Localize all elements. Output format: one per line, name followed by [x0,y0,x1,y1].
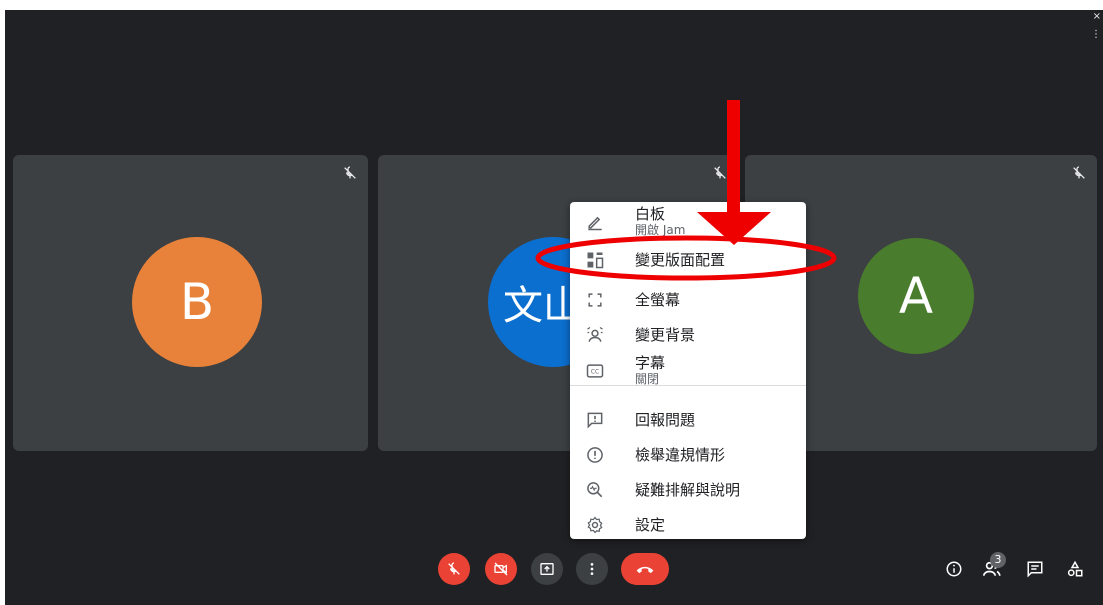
svg-text:CC: CC [591,370,599,376]
avatar: B [132,237,262,367]
menu-item-whiteboard[interactable]: 白板 開啟 Jam [570,205,806,239]
avatar-initial: B [179,273,215,331]
background-icon [587,326,603,342]
end-call-icon [636,566,654,574]
close-icon[interactable]: × [1093,12,1101,22]
menu-item-sublabel: 關閉 [635,372,660,386]
leave-call-button[interactable] [621,553,669,585]
mic-off-icon [448,562,460,575]
mic-off-icon [1073,166,1085,179]
menu-item-captions[interactable]: CC 字幕 關閉 [570,354,806,388]
menu-item-change-background[interactable]: 變更背景 [570,322,806,348]
present-icon [540,563,554,575]
camera-off-icon [494,562,508,576]
window-menu-icon[interactable]: ⋮ [1091,30,1101,40]
chat-icon [1027,561,1043,578]
mic-off-icon [344,166,356,179]
menu-item-report-abuse[interactable]: 檢舉違規情形 [570,442,806,468]
menu-item-report-problem[interactable]: 回報問題 [570,407,806,433]
avatar-initial: A [898,267,934,325]
mic-off-icon [714,166,726,179]
menu-item-label: 疑難排解與說明 [635,481,741,499]
menu-item-label: 變更背景 [635,326,696,344]
fullscreen-icon [588,293,602,307]
camera-toggle-button[interactable] [485,553,517,585]
info-icon [946,561,962,577]
participant-count-badge: 3 [990,552,1006,568]
activities-button[interactable] [1062,556,1088,582]
mic-toggle-button[interactable] [438,553,470,585]
settings-icon [587,516,603,534]
layout-icon [587,252,604,269]
present-button[interactable] [531,553,563,585]
meeting-info-button[interactable] [941,556,967,582]
menu-item-sublabel: 開啟 Jam [635,223,686,237]
more-options-button[interactable] [576,553,608,585]
meeting-stage: × ⋮ B 文山 A 白板 開啟 Jam 變更版面配置 全螢幕 變更背景 CC … [5,10,1103,605]
menu-item-label: 全螢幕 [635,291,681,309]
menu-item-fullscreen[interactable]: 全螢幕 [570,287,806,313]
more-options-icon [590,563,594,575]
menu-item-label: 檢舉違規情形 [635,446,726,464]
chat-button[interactable] [1022,556,1048,582]
menu-item-settings[interactable]: 設定 [570,512,806,538]
feedback-icon [587,412,603,429]
pencil-icon [588,216,602,231]
menu-item-label: 白板 [635,205,666,223]
participant-tile-b[interactable]: B [13,155,368,451]
menu-item-label: 變更版面配置 [635,251,726,269]
captions-icon: CC [586,364,604,378]
menu-item-troubleshooting[interactable]: 疑難排解與說明 [570,477,806,503]
menu-item-label: 設定 [635,516,666,534]
menu-divider [570,385,806,386]
more-options-menu: 白板 開啟 Jam 變更版面配置 全螢幕 變更背景 CC 字幕 關閉 回報問題 … [570,202,806,539]
activities-icon [1067,560,1083,577]
troubleshoot-icon [587,482,603,498]
menu-item-label: 字幕 [635,354,666,372]
menu-item-change-layout[interactable]: 變更版面配置 [570,247,806,273]
report-icon [587,447,603,463]
avatar: A [858,238,974,354]
menu-item-label: 回報問題 [635,411,696,429]
